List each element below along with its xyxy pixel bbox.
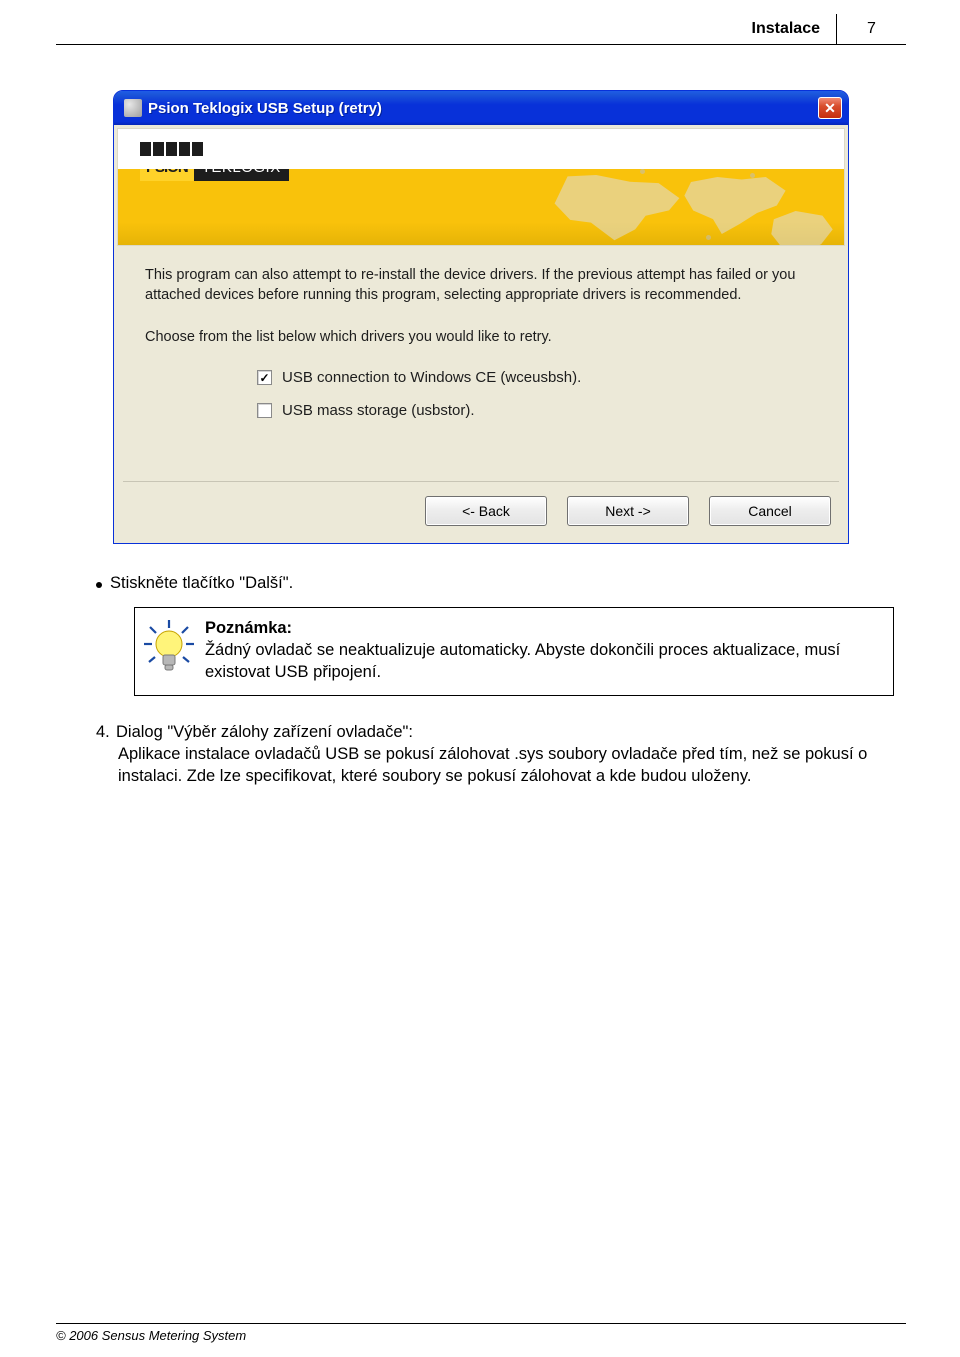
step-4-title: Dialog "Výběr zálohy zařízení ovladače": [116,723,413,741]
bullet-text: Stiskněte tlačítko "Další". [110,574,293,593]
checkbox-2[interactable] [257,403,272,418]
dialog-buttons: <- Back Next -> Cancel [123,481,839,540]
bullet-item: Stiskněte tlačítko "Další". [96,574,906,593]
world-map-decoration [540,169,830,245]
app-icon [124,99,142,117]
close-button[interactable]: ✕ [818,97,842,119]
checkbox-row-1[interactable]: ✓ USB connection to Windows CE (wceusbsh… [257,369,817,386]
bullet-icon [96,582,102,588]
logo-teklogix-text: TEKLOGIX [194,169,289,181]
note-box: Poznámka: Žádný ovladač se neaktualizuje… [134,607,894,696]
close-icon: ✕ [824,101,836,115]
checkbox-1-label: USB connection to Windows CE (wceusbsh). [282,369,581,386]
cancel-button[interactable]: Cancel [709,496,831,526]
checkbox-2-label: USB mass storage (usbstor). [282,402,475,419]
copyright: © 2006 Sensus Metering System [56,1328,246,1343]
back-button[interactable]: <- Back [425,496,547,526]
screenshot: Psion Teklogix USB Setup (retry) ✕ PSION [56,90,906,544]
lightbulb-icon [140,618,198,676]
checkbox-1[interactable]: ✓ [257,370,272,385]
step-4: 4.Dialog "Výběr zálohy zařízení ovladače… [96,722,906,787]
page-number: 7 [836,14,906,44]
titlebar[interactable]: Psion Teklogix USB Setup (retry) ✕ [114,91,848,125]
note-text: Žádný ovladač se neaktualizuje automatic… [205,641,840,681]
psion-teklogix-logo [140,142,203,156]
checkbox-row-2[interactable]: USB mass storage (usbstor). [257,402,817,419]
footer: © 2006 Sensus Metering System [56,1323,906,1343]
dialog-window: Psion Teklogix USB Setup (retry) ✕ PSION [113,90,849,544]
section-title: Instalace [742,14,836,44]
page-header: Instalace 7 [56,14,906,46]
banner: PSION TEKLOGIX [117,128,845,246]
dialog-content: This program can also attempt to re-inst… [117,246,845,445]
dialog-paragraph-2: Choose from the list below which drivers… [145,329,817,345]
window-title: Psion Teklogix USB Setup (retry) [148,100,818,117]
logo-psion-text: PSION [140,169,194,181]
dialog-paragraph-1: This program can also attempt to re-inst… [145,266,817,305]
note-title: Poznámka: [205,619,292,637]
step-4-body: Aplikace instalace ovladačů USB se pokus… [118,744,906,788]
step-4-number: 4. [96,722,116,744]
next-button[interactable]: Next -> [567,496,689,526]
